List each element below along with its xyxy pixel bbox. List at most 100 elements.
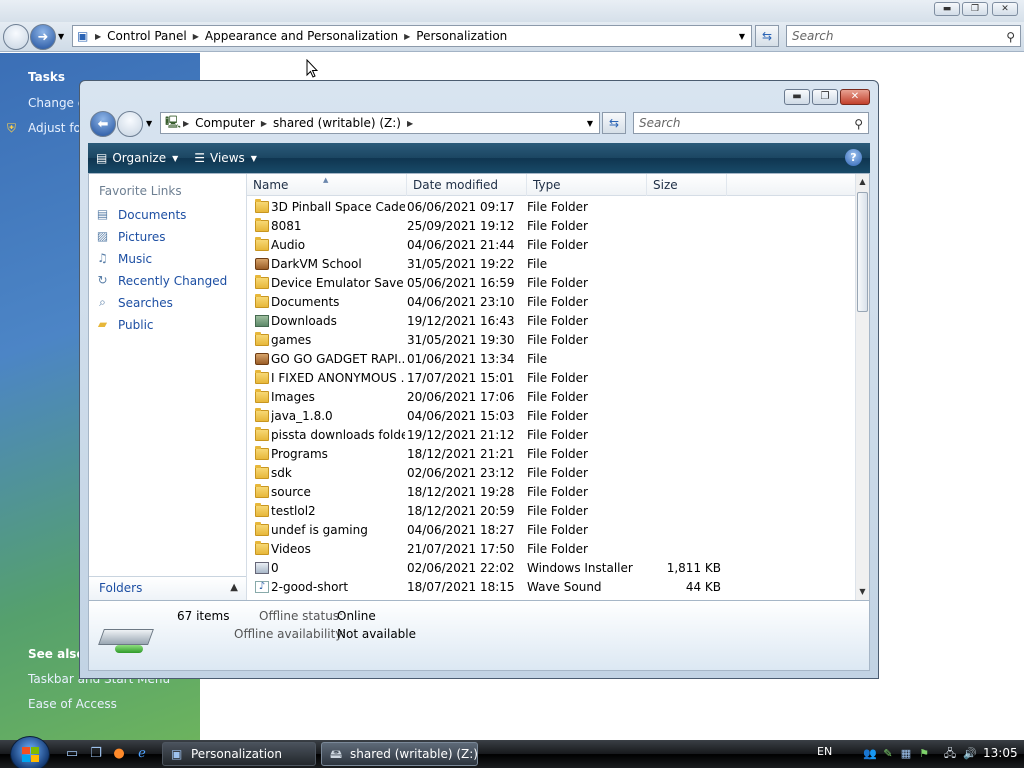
tools-tray-icon[interactable]: ✎ — [880, 746, 896, 762]
search-icon[interactable]: ⚲ — [854, 114, 863, 134]
vertical-scrollbar[interactable]: ▲ ▼ — [855, 174, 869, 600]
file-type: Wave Sound — [527, 580, 602, 594]
explorer-minimize-button[interactable]: ▬ — [784, 89, 810, 105]
file-row[interactable]: Audio 04/06/2021 21:44 File Folder — [247, 236, 857, 255]
task-link-change[interactable]: Change d — [28, 96, 85, 110]
file-row[interactable]: pissta downloads folder 19/12/2021 21:12 F… — [247, 426, 857, 445]
organize-icon: ▤ — [96, 151, 108, 165]
breadcrumb-computer[interactable]: Computer — [189, 116, 261, 130]
favorite-link-searches[interactable]: ⌕ Searches — [95, 295, 173, 310]
close-button[interactable]: ✕ — [992, 2, 1018, 16]
favorite-link-music[interactable]: ♫ Music — [95, 251, 152, 266]
file-row[interactable]: games 31/05/2021 19:30 File Folder — [247, 331, 857, 350]
scroll-up-icon[interactable]: ▲ — [856, 174, 869, 190]
explorer-address-bar[interactable]: 🖳 ▶ Computer ▶ shared (writable) (Z:) ▶ … — [160, 112, 600, 134]
breadcrumb-control-panel[interactable]: Control Panel — [101, 29, 193, 43]
refresh-icon[interactable]: ⇆ — [755, 25, 779, 47]
file-date-modified: 17/07/2021 15:01 — [407, 371, 515, 385]
show-desktop-icon[interactable]: ▭ — [64, 746, 80, 762]
column-type-label: Type — [533, 178, 561, 192]
forward-button[interactable]: ➜ — [30, 24, 56, 50]
file-row[interactable]: I FIXED ANONYMOUS ... 17/07/2021 15:01 Fil… — [247, 369, 857, 388]
taskbar-button-label: Personalization — [191, 747, 282, 761]
taskbar-button-shared-drive[interactable]: 🖴 shared (writable) (Z:) — [321, 742, 478, 766]
file-row[interactable]: Videos 21/07/2021 17:50 File Folder — [247, 540, 857, 559]
maximize-button[interactable]: ❐ — [962, 2, 988, 16]
see-also-link-ease-of-access[interactable]: Ease of Access — [28, 697, 117, 711]
back-button[interactable] — [3, 24, 29, 50]
explorer-maximize-button[interactable]: ❐ — [812, 89, 838, 105]
switch-windows-icon[interactable]: ❐ — [88, 746, 104, 762]
network-tray-icon[interactable]: 🖧 — [942, 746, 958, 762]
file-row[interactable]: source 18/12/2021 19:28 File Folder — [247, 483, 857, 502]
address-bar[interactable]: ▣ ▶ Control Panel ▶ Appearance and Perso… — [72, 25, 752, 47]
file-row[interactable]: GO GO GADGET RAPI... 01/06/2021 13:34 File — [247, 350, 857, 369]
recent-pages-chevron-icon[interactable]: ▼ — [146, 119, 152, 128]
internet-explorer-icon[interactable]: ℯ — [134, 746, 150, 762]
column-type[interactable]: Type — [527, 174, 647, 196]
file-row[interactable]: 3D Pinball Space Cadet 06/06/2021 09:17 Fi… — [247, 198, 857, 217]
minimize-button[interactable]: ▬ — [934, 2, 960, 16]
search-input[interactable]: Search ⚲ — [786, 25, 1021, 47]
breadcrumb-appearance[interactable]: Appearance and Personalization — [199, 29, 404, 43]
file-row[interactable]: 8081 25/09/2021 19:12 File Folder — [247, 217, 857, 236]
folder-icon — [255, 332, 269, 346]
file-row[interactable]: DarkVM School 31/05/2021 19:22 File — [247, 255, 857, 274]
start-button[interactable] — [10, 736, 50, 768]
recent-icon: ↻ — [97, 273, 108, 287]
favorite-link-pictures[interactable]: ▨ Pictures — [95, 229, 166, 244]
views-button[interactable]: ☰ Views ▼ — [186, 151, 265, 165]
file-row[interactable]: testlol2 18/12/2021 20:59 File Folder — [247, 502, 857, 521]
file-row[interactable]: Images 20/06/2021 17:06 File Folder — [247, 388, 857, 407]
favorite-link-recently-changed[interactable]: ↻ Recently Changed — [95, 273, 227, 288]
folder-icon — [255, 503, 269, 517]
clock[interactable]: 13:05 — [983, 746, 1018, 760]
folders-toggle[interactable]: Folders ▲ — [89, 576, 246, 600]
favorite-link-public[interactable]: ▰ Public — [95, 317, 154, 332]
column-date-modified[interactable]: Date modified — [407, 174, 527, 196]
folder-icon — [255, 446, 269, 460]
file-row[interactable]: Device Emulator Save ... 05/06/2021 16:59… — [247, 274, 857, 293]
file-row[interactable]: ♪ 2-good-short 18/07/2021 18:15 Wave Sound 4… — [247, 578, 857, 597]
organize-button[interactable]: ▤ Organize ▼ — [88, 151, 186, 165]
recent-pages-chevron-icon[interactable]: ▼ — [58, 32, 64, 41]
folder-icon — [255, 427, 269, 441]
taskbar-button-personalization[interactable]: ▣ Personalization — [162, 742, 316, 766]
file-row[interactable]: Documents 04/06/2021 23:10 File Folder — [247, 293, 857, 312]
address-dropdown-icon[interactable]: ▼ — [739, 32, 745, 41]
explorer-back-button[interactable]: ⬅ — [90, 111, 116, 137]
favorite-link-documents[interactable]: ▤ Documents — [95, 207, 187, 222]
language-indicator[interactable]: EN — [817, 745, 832, 758]
help-icon[interactable]: ? — [845, 149, 862, 166]
breadcrumb-shared-drive[interactable]: shared (writable) (Z:) — [267, 116, 407, 130]
file-size — [641, 407, 721, 426]
volume-tray-icon[interactable]: 🔊 — [962, 746, 978, 762]
app-tray-icon[interactable]: ▦ — [898, 746, 914, 762]
file-row[interactable]: undef is gaming 04/06/2021 18:27 File Fold… — [247, 521, 857, 540]
file-row[interactable]: sdk 02/06/2021 23:12 File Folder — [247, 464, 857, 483]
breadcrumb-personalization[interactable]: Personalization — [410, 29, 513, 43]
explorer-forward-button[interactable] — [117, 111, 143, 137]
security-tray-icon[interactable]: ⚑ — [916, 746, 932, 762]
explorer-close-button[interactable]: ✕ — [840, 89, 870, 105]
file-type: File Folder — [527, 219, 588, 233]
file-type: File Folder — [527, 333, 588, 347]
task-link-adjust[interactable]: Adjust fo — [28, 121, 81, 135]
file-row[interactable]: Downloads 19/12/2021 16:43 File Folder — [247, 312, 857, 331]
file-row[interactable]: 0 02/06/2021 22:02 Windows Installer ... 1,… — [247, 559, 857, 578]
scroll-down-icon[interactable]: ▼ — [856, 584, 869, 600]
explorer-search-input[interactable]: Search ⚲ — [633, 112, 869, 134]
scroll-thumb[interactable] — [857, 192, 868, 312]
file-row[interactable]: Programs 18/12/2021 21:21 File Folder — [247, 445, 857, 464]
users-tray-icon[interactable]: 👥 — [862, 746, 878, 762]
file-row[interactable]: java_1.8.0 04/06/2021 15:03 File Folder — [247, 407, 857, 426]
explorer-titlebar[interactable]: ▬ ❐ ✕ — [80, 81, 878, 109]
firefox-icon[interactable]: ● — [111, 746, 127, 762]
file-type: File Folder — [527, 466, 588, 480]
refresh-icon[interactable]: ⇆ — [602, 112, 626, 134]
column-name[interactable]: Name ▲ — [247, 174, 407, 196]
forward-arrow-icon: ➜ — [37, 29, 49, 45]
address-dropdown-icon[interactable]: ▼ — [587, 119, 593, 128]
column-size[interactable]: Size — [647, 174, 727, 196]
search-icon[interactable]: ⚲ — [1006, 27, 1015, 47]
